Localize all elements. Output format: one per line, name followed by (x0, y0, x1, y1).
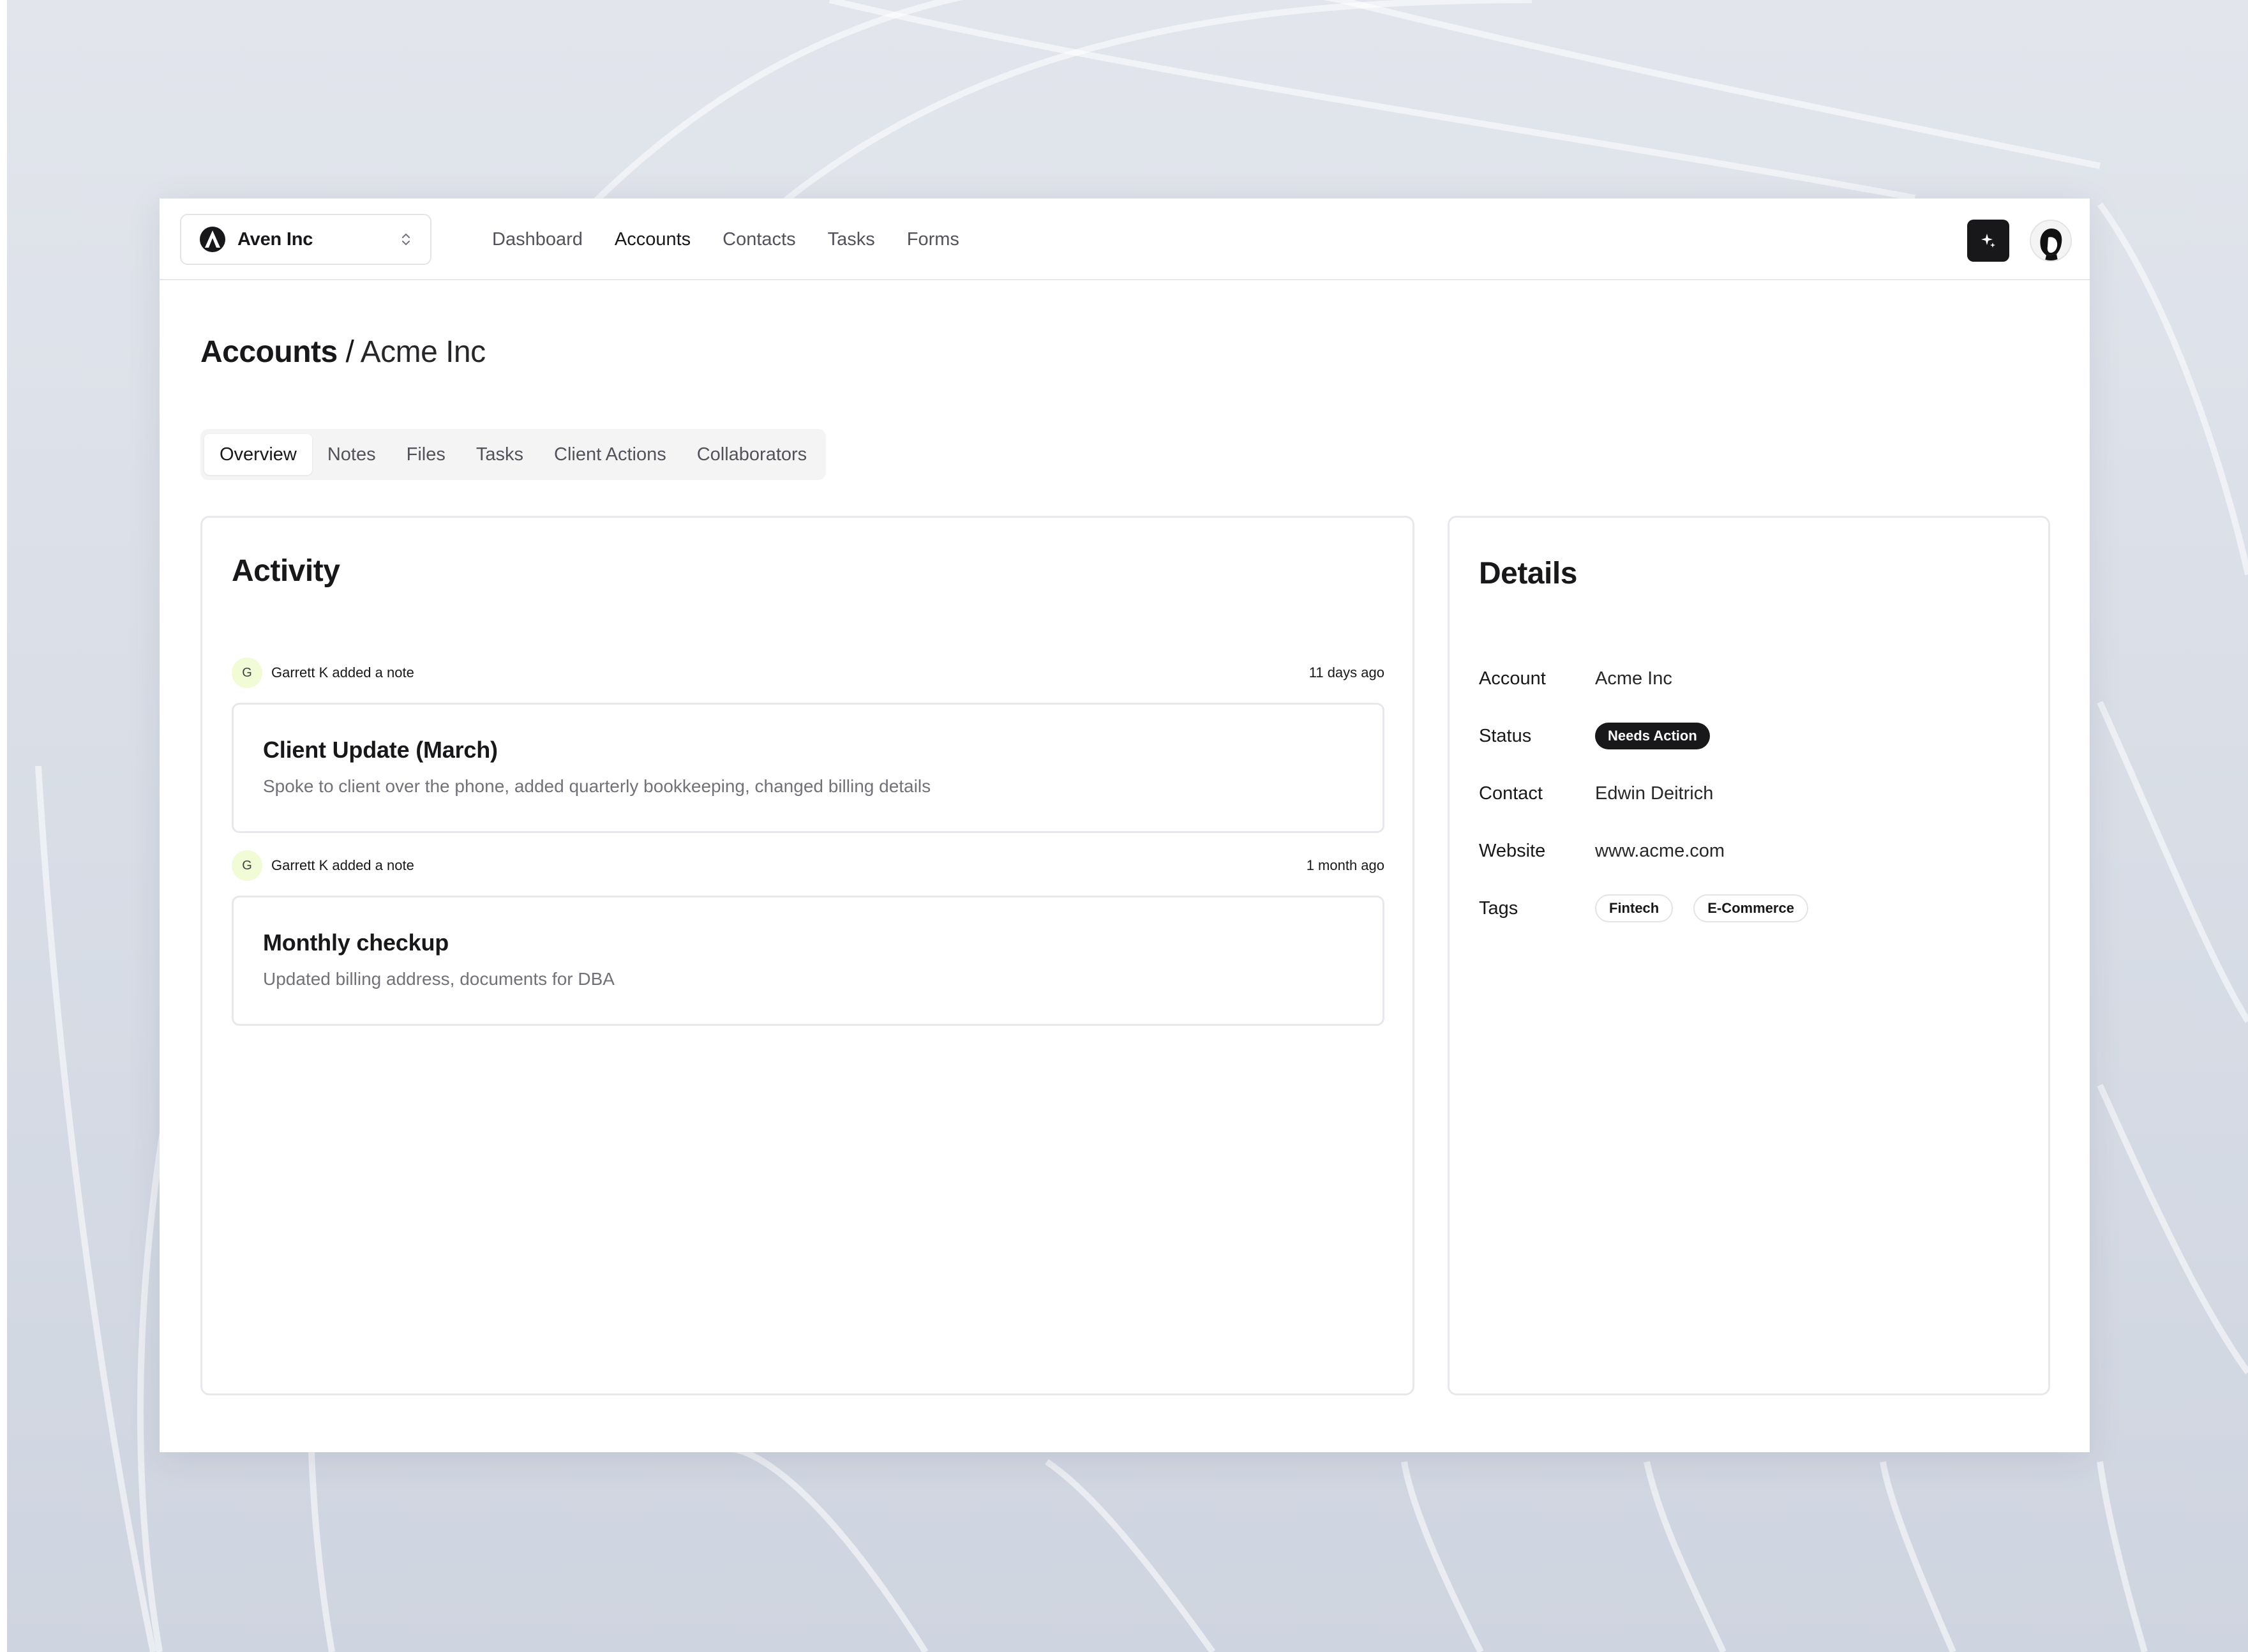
activity-actor-text: Garrett K added a note (271, 665, 414, 680)
detail-row-website: Website www.acme.com (1479, 832, 1725, 870)
tab-overview[interactable]: Overview (204, 434, 312, 475)
account-tabs: Overview Notes Files Tasks Client Action… (200, 429, 827, 480)
detail-label: Status (1479, 725, 1532, 746)
activity-meta: G Garrett K added a note 1 month ago (232, 850, 1384, 882)
tab-client-actions[interactable]: Client Actions (539, 434, 682, 475)
breadcrumb: Accounts / Acme Inc (200, 334, 486, 371)
contact-value[interactable]: Edwin Deitrich (1595, 783, 1713, 804)
activity-item: G Garrett K added a note 1 month ago Mon… (232, 850, 1384, 1026)
tag-chip[interactable]: Fintech (1595, 894, 1674, 922)
activity-item: G Garrett K added a note 11 days ago Cli… (232, 657, 1384, 833)
detail-row-tags: Tags Fintech E-Commerce (1479, 889, 1829, 927)
org-name: Aven Inc (237, 229, 313, 250)
nav-dashboard[interactable]: Dashboard (492, 229, 583, 250)
app-window: Aven Inc Dashboard Accounts Contacts Tas… (160, 199, 2090, 1452)
nav-tasks[interactable]: Tasks (828, 229, 875, 250)
tab-tasks[interactable]: Tasks (461, 434, 539, 475)
nav-accounts[interactable]: Accounts (615, 229, 691, 250)
detail-label: Contact (1479, 783, 1543, 804)
activity-avatar: G (232, 850, 262, 881)
account-value: Acme Inc (1595, 668, 1672, 689)
details-title: Details (1479, 557, 1577, 590)
detail-row-status: Status Needs Action (1479, 717, 1710, 755)
org-switcher[interactable]: Aven Inc (180, 214, 431, 265)
note-card[interactable]: Monthly checkup Updated billing address,… (232, 896, 1384, 1026)
main-nav: Dashboard Accounts Contacts Tasks Forms (492, 199, 991, 280)
activity-card: Activity G Garrett K added a note 11 day… (200, 516, 1414, 1395)
detail-row-account: Account Acme Inc (1479, 659, 1672, 698)
tab-files[interactable]: Files (391, 434, 461, 475)
activity-avatar: G (232, 657, 262, 688)
status-badge: Needs Action (1595, 723, 1710, 749)
note-body: Updated billing address, documents for D… (263, 969, 615, 989)
breadcrumb-accounts-link[interactable]: Accounts (200, 335, 338, 369)
note-body: Spoke to client over the phone, added qu… (263, 776, 931, 796)
activity-actor-text: Garrett K added a note (271, 857, 414, 873)
aven-logo-icon (200, 227, 225, 252)
nav-forms[interactable]: Forms (907, 229, 959, 250)
note-card[interactable]: Client Update (March) Spoke to client ov… (232, 703, 1384, 833)
user-avatar-image (2031, 221, 2071, 260)
user-avatar[interactable] (2030, 220, 2072, 262)
detail-row-contact: Contact Edwin Deitrich (1479, 774, 1713, 813)
top-navigation-bar: Aven Inc Dashboard Accounts Contacts Tas… (160, 199, 2090, 280)
note-title: Monthly checkup (263, 929, 449, 956)
nav-contacts[interactable]: Contacts (723, 229, 795, 250)
sparkles-icon (1981, 234, 1995, 248)
details-card: Details Account Acme Inc Status Needs Ac… (1448, 516, 2050, 1395)
chevron-up-down-icon (402, 234, 410, 245)
breadcrumb-separator: / (337, 335, 361, 369)
tab-notes[interactable]: Notes (312, 434, 391, 475)
tab-collaborators[interactable]: Collaborators (682, 434, 822, 475)
detail-label: Account (1479, 668, 1546, 689)
activity-meta: G Garrett K added a note 11 days ago (232, 657, 1384, 689)
activity-timestamp: 1 month ago (1306, 857, 1384, 873)
note-title: Client Update (March) (263, 737, 498, 763)
activity-title: Activity (232, 554, 340, 588)
ai-assistant-button[interactable] (1967, 220, 2009, 262)
detail-label: Tags (1479, 897, 1518, 919)
breadcrumb-current: Acme Inc (360, 335, 486, 369)
activity-timestamp: 11 days ago (1308, 665, 1384, 680)
website-link[interactable]: www.acme.com (1595, 841, 1725, 862)
tag-chip[interactable]: E-Commerce (1693, 894, 1808, 922)
detail-label: Website (1479, 840, 1546, 861)
